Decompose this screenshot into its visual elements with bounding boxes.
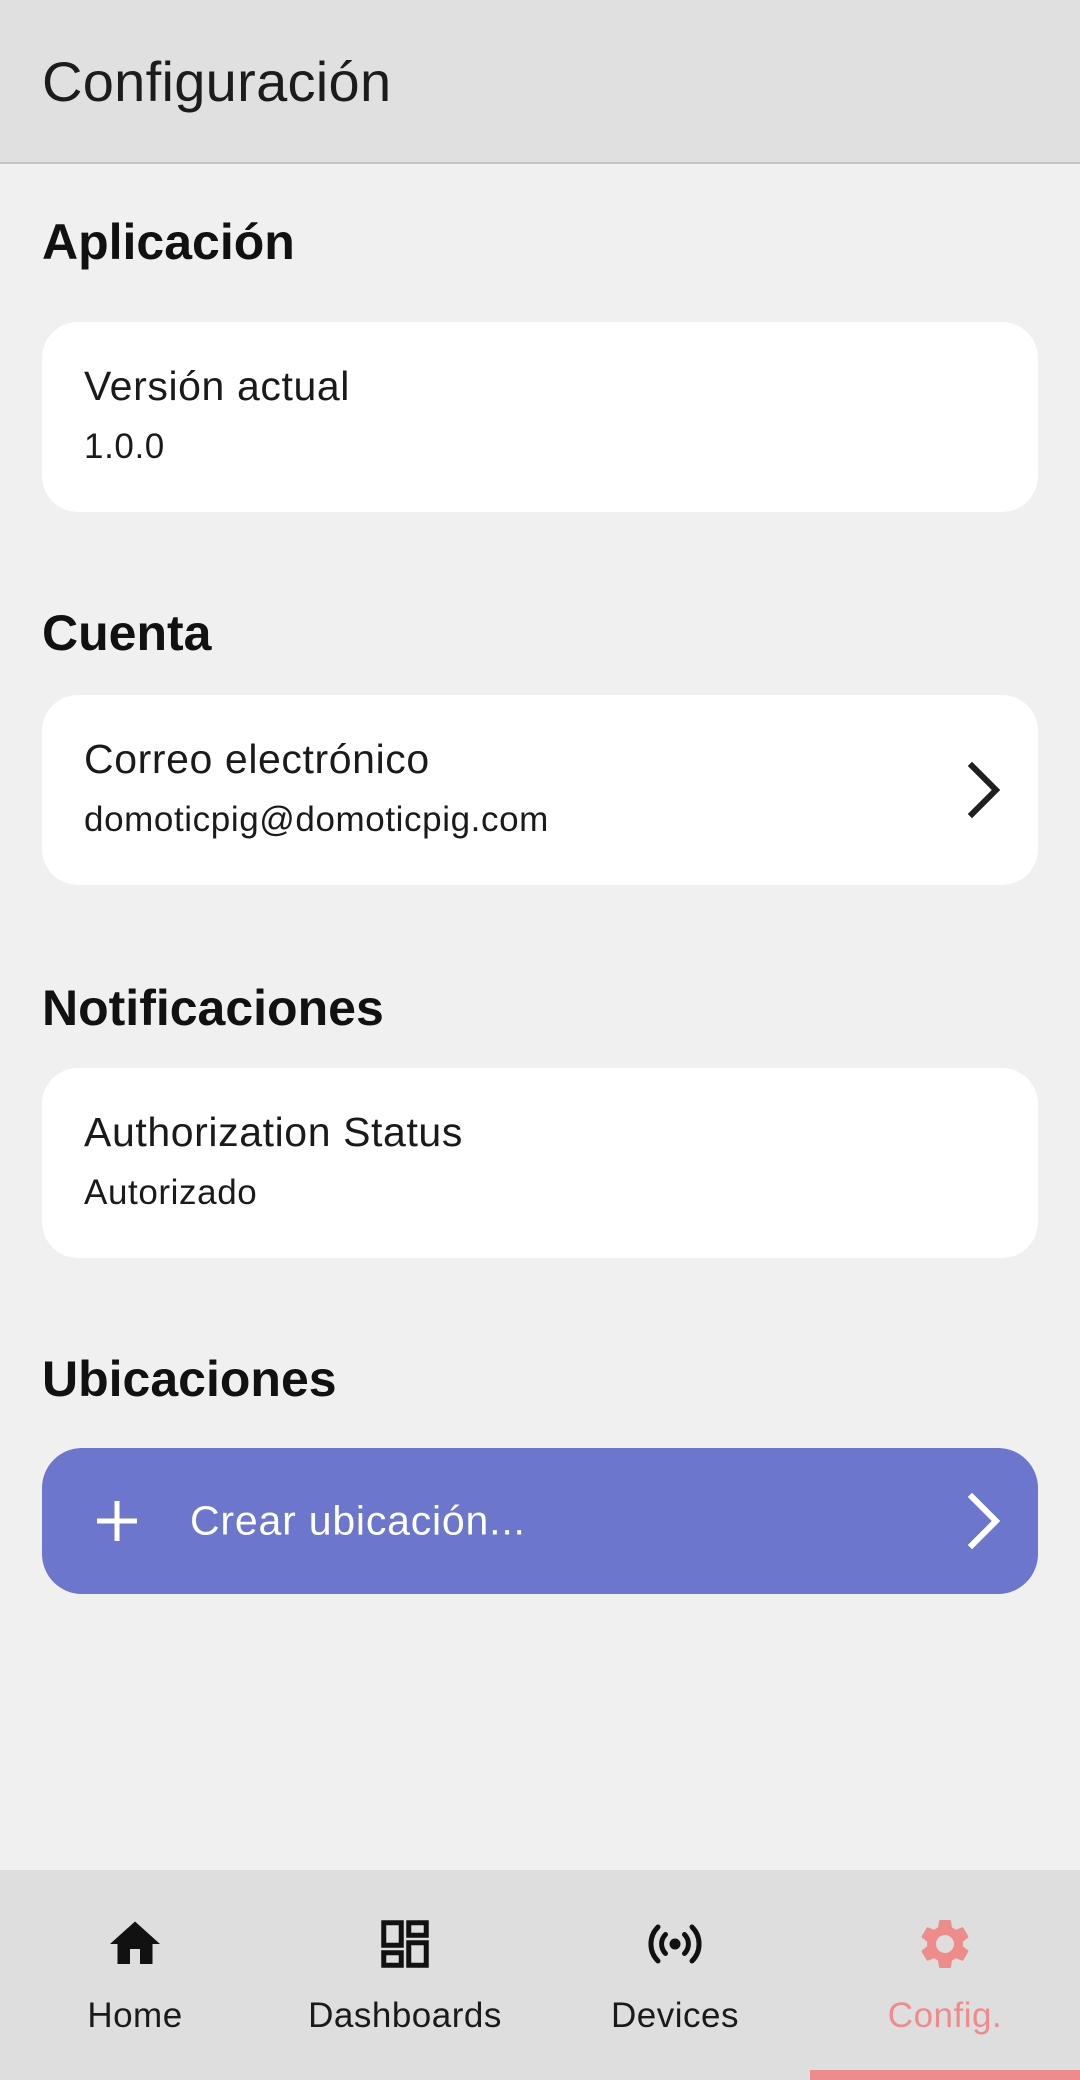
nav-item-dashboards[interactable]: Dashboards xyxy=(270,1870,540,2080)
active-tab-indicator xyxy=(810,2070,1080,2080)
plus-icon xyxy=(97,1501,137,1541)
create-location-button[interactable]: Crear ubicación... xyxy=(42,1448,1038,1594)
nav-label-dashboards: Dashboards xyxy=(308,1996,502,2035)
chevron-right-icon xyxy=(967,761,1001,819)
gear-icon xyxy=(921,1920,969,1968)
section-title-locations: Ubicaciones xyxy=(42,1351,337,1407)
authorization-card: Authorization Status Autorizado xyxy=(42,1068,1038,1258)
email-card[interactable]: Correo electrónico domoticpig@domoticpig… xyxy=(42,695,1038,885)
nav-item-config[interactable]: Config. xyxy=(810,1870,1080,2080)
email-title: Correo electrónico xyxy=(84,736,430,782)
version-card: Versión actual 1.0.0 xyxy=(42,322,1038,512)
nav-label-home: Home xyxy=(87,1996,183,2035)
dashboard-icon xyxy=(381,1920,429,1968)
nav-label-config: Config. xyxy=(887,1996,1003,2035)
nav-item-devices[interactable]: Devices xyxy=(540,1870,810,2080)
chevron-right-icon xyxy=(967,1492,1001,1550)
version-value: 1.0.0 xyxy=(84,427,165,466)
create-location-label: Crear ubicación... xyxy=(190,1497,526,1544)
section-title-notifications: Notificaciones xyxy=(42,980,384,1036)
section-title-account: Cuenta xyxy=(42,605,212,661)
app-bar: Configuración xyxy=(0,0,1080,164)
nav-item-home[interactable]: Home xyxy=(0,1870,270,2080)
email-value: domoticpig@domoticpig.com xyxy=(84,800,549,839)
page-title: Configuración xyxy=(42,49,392,113)
authorization-title: Authorization Status xyxy=(84,1109,463,1155)
home-icon xyxy=(110,1921,160,1964)
broadcast-icon xyxy=(648,1924,702,1964)
version-title: Versión actual xyxy=(84,363,350,409)
section-title-app: Aplicación xyxy=(42,214,295,270)
authorization-value: Autorizado xyxy=(84,1173,258,1212)
bottom-navigation: Home Dashboards Devices Config. xyxy=(0,1870,1080,2080)
settings-screen: Configuración Aplicación Versión actual … xyxy=(0,0,1080,2080)
nav-label-devices: Devices xyxy=(611,1996,739,2035)
